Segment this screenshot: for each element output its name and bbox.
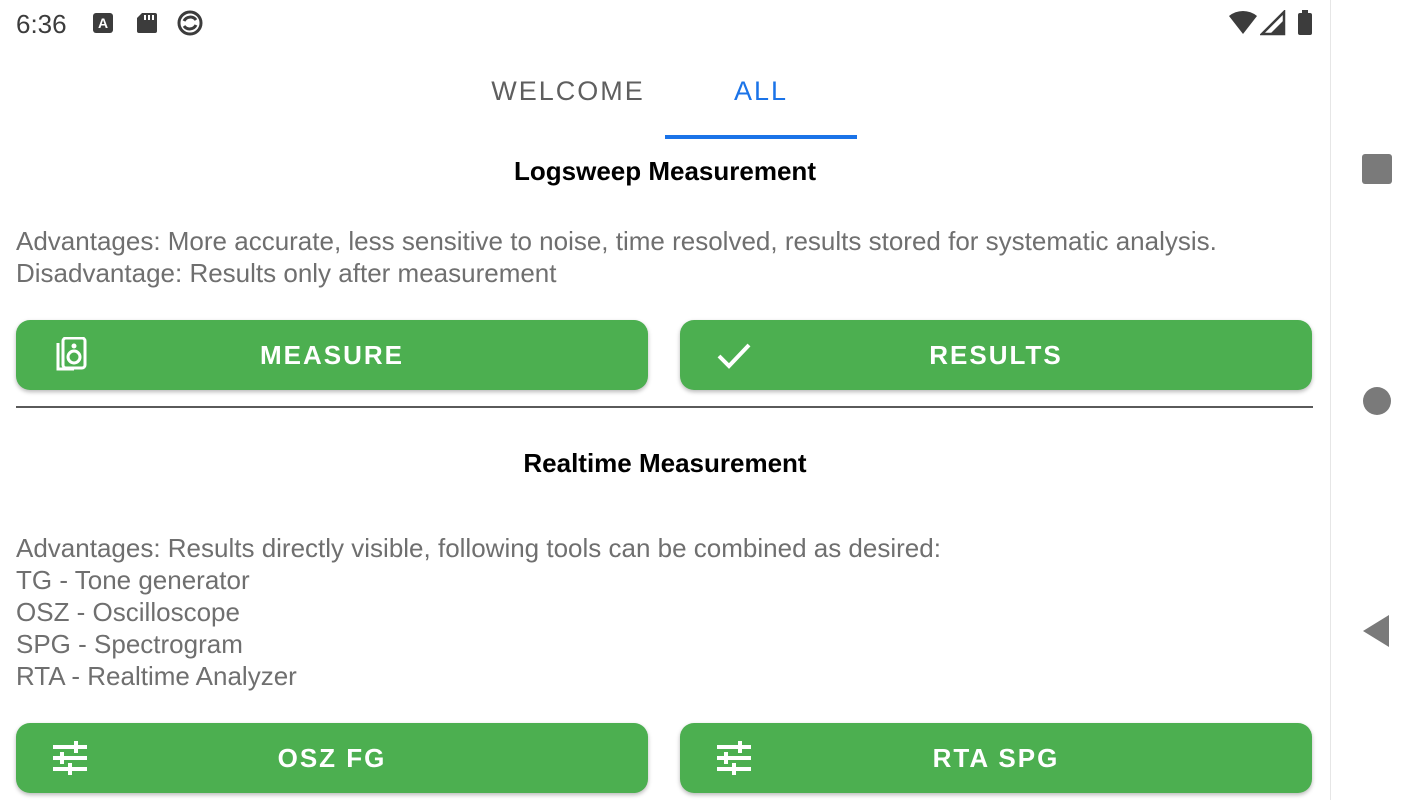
svg-text:A: A <box>98 15 108 31</box>
osz-fg-button[interactable]: OSZ FG <box>16 723 648 793</box>
home-circle-icon[interactable] <box>1361 385 1393 417</box>
wifi-icon <box>1229 10 1257 35</box>
osz-fg-button-label: OSZ FG <box>277 743 387 773</box>
logsweep-description: Advantages: More accurate, less sensitiv… <box>16 226 1217 288</box>
logsweep-title: Logsweep Measurement <box>514 156 816 186</box>
navigation-bar <box>1330 0 1422 800</box>
recents-square-icon[interactable] <box>1361 153 1393 185</box>
realtime-title: Realtime Measurement <box>523 448 807 478</box>
section-divider <box>16 406 1313 408</box>
tab-all[interactable]: ALL <box>665 76 857 107</box>
measure-button-label: MEASURE <box>259 340 404 370</box>
results-button-label: RESULTS <box>929 340 1063 370</box>
status-time: 6:36 <box>16 9 67 39</box>
battery-icon <box>1298 10 1312 35</box>
rta-spg-button[interactable]: RTA SPG <box>680 723 1312 793</box>
rta-spg-button-label: RTA SPG <box>932 743 1060 773</box>
measure-button[interactable]: MEASURE <box>16 320 648 390</box>
a-notification-icon: A <box>93 13 113 33</box>
signal-icon <box>1260 10 1286 36</box>
tab-indicator <box>665 135 857 139</box>
status-bar: 6:36 A <box>0 0 1330 48</box>
realtime-description: Advantages: Results directly visible, fo… <box>16 533 941 691</box>
sync-icon <box>177 10 203 36</box>
tab-bar: WELCOME ALL <box>0 56 1330 140</box>
tab-welcome[interactable]: WELCOME <box>472 76 664 107</box>
back-triangle-icon[interactable] <box>1361 614 1393 648</box>
sd-card-icon <box>137 13 157 33</box>
results-button[interactable]: RESULTS <box>680 320 1312 390</box>
